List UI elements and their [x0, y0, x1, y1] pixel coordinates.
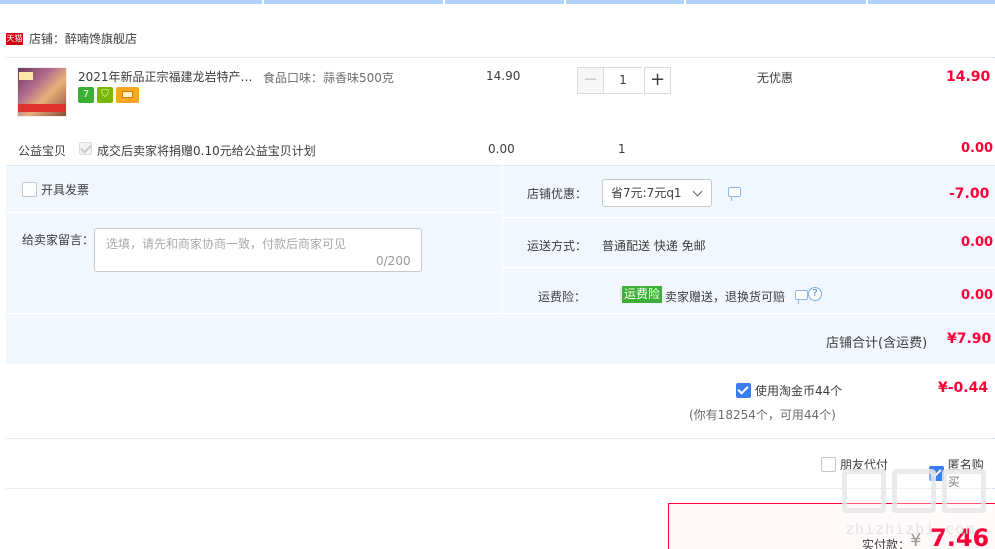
insurance-description: 卖家赠送，退换货可赔 — [665, 290, 786, 304]
product-sku: 食品口味：蒜香味500克 — [263, 71, 394, 85]
message-char-count: 0/200 — [376, 254, 411, 268]
tmall-badge-icon: 天猫 — [6, 32, 23, 45]
product-title-link[interactable]: 2021年新品正宗福建龙岩特产红心地瓜干 — [78, 68, 256, 85]
taobao-coin-label: 使用淘金币44个 — [755, 384, 843, 398]
table-header-rule — [0, 0, 995, 4]
quantity-stepper: − 1 + — [577, 67, 671, 94]
help-icon[interactable]: ? — [808, 287, 822, 301]
panel-divider — [6, 313, 995, 314]
charity-label: 公益宝贝 — [18, 144, 67, 158]
product-thumbnail[interactable] — [17, 67, 67, 117]
quantity-input[interactable]: 1 — [604, 67, 642, 94]
column-separator — [866, 0, 868, 4]
insurance-badge: 运费险 — [622, 286, 663, 303]
unit-price: 14.90 — [486, 69, 521, 83]
chat-icon[interactable] — [728, 187, 741, 201]
insurance-amount: 0.00 — [961, 288, 994, 303]
decrease-quantity-button[interactable]: − — [577, 67, 604, 94]
thumbnail-banner-graphic — [18, 104, 66, 112]
divider — [6, 57, 995, 58]
guarantee-icon[interactable]: ⛉ — [97, 87, 113, 103]
taobao-coin-option[interactable]: 使用淘金币44个 — [736, 382, 842, 399]
shipping-amount: 0.00 — [961, 235, 994, 250]
shop-discount-value: 省7元:7元q1 — [611, 186, 682, 200]
shop-name-link[interactable]: 店铺：醉喃馋旗舰店 — [29, 30, 137, 47]
panel-divider — [502, 165, 503, 313]
taobao-coin-note: (你有18254个，可用44个) — [689, 408, 836, 422]
shop-subtotal-amount: ¥7.90 — [947, 331, 992, 347]
invoice-checkbox[interactable] — [22, 182, 37, 197]
card-payment-icon[interactable] — [116, 87, 139, 103]
taobao-coin-checkbox[interactable] — [736, 383, 751, 398]
insurance-label: 运费险： — [538, 290, 587, 304]
column-separator — [443, 0, 445, 4]
panel-divider — [503, 217, 995, 218]
shop-subtotal-label: 店铺合计(含运费) — [826, 336, 928, 351]
column-separator — [684, 0, 686, 4]
charity-price: 0.00 — [488, 142, 515, 156]
shop-row: 天猫 店铺：醉喃馋旗舰店 — [6, 30, 137, 47]
friend-pay-checkbox[interactable] — [821, 457, 836, 472]
shop-discount-label: 店铺优惠： — [527, 187, 588, 201]
invoice-label: 开具发票 — [41, 183, 90, 197]
seven-day-return-icon[interactable]: 7 — [78, 87, 94, 103]
chat-icon[interactable] — [795, 290, 808, 304]
message-label: 给卖家留言： — [22, 233, 95, 247]
site-watermark-text: zhizhizhi.com — [845, 520, 976, 538]
message-placeholder: 选填，请先和商家协商一致，付款后商家可见 — [106, 237, 347, 251]
charity-checkbox — [79, 142, 92, 155]
shop-discount-amount: -7.00 — [949, 186, 990, 202]
invoice-option[interactable]: 开具发票 — [22, 181, 89, 198]
charity-total: 0.00 — [961, 141, 994, 156]
shop-discount-select[interactable]: 省7元:7元q1 — [602, 179, 712, 207]
panel-divider — [6, 212, 502, 213]
shipping-label: 运送方式： — [527, 239, 588, 253]
increase-quantity-button[interactable]: + — [644, 67, 671, 94]
column-separator — [262, 0, 264, 4]
taobao-coin-amount: ¥-0.44 — [938, 380, 989, 396]
chevron-down-icon — [692, 186, 703, 197]
panel-divider — [503, 267, 995, 268]
service-icons: 7 ⛉ — [78, 87, 139, 103]
site-watermark-logo — [842, 469, 986, 513]
thumbnail-tag-graphic — [19, 72, 33, 80]
divider — [6, 438, 995, 439]
charity-quantity: 1 — [618, 142, 626, 156]
charity-description: 成交后卖家将捐赠0.10元给公益宝贝计划 — [97, 144, 316, 158]
column-separator — [564, 0, 566, 4]
line-total: 14.90 — [946, 69, 991, 85]
shipping-method: 普通配送 快递 免邮 — [602, 239, 706, 253]
promotion-status: 无优惠 — [757, 71, 794, 85]
